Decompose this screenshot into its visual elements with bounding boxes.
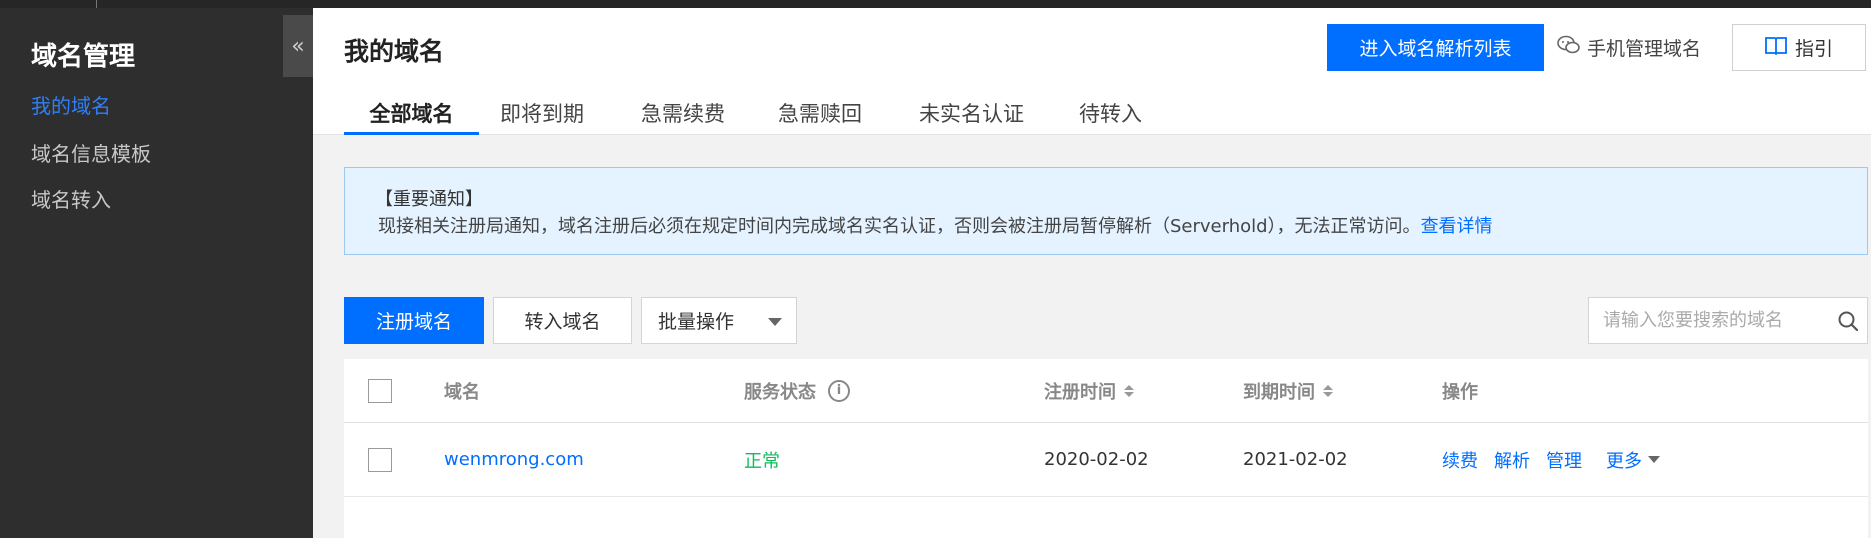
tab-urgent-redeem[interactable]: 急需赎回 xyxy=(778,88,862,135)
more-actions-dropdown[interactable]: 更多 xyxy=(1606,447,1660,473)
manage-link[interactable]: 管理 xyxy=(1546,447,1582,473)
book-icon xyxy=(1765,35,1787,60)
domain-table: 域名 服务状态 i 注册时间 到期时间 操作 wenmrong.com 正常 2… xyxy=(344,359,1868,538)
active-tab-indicator xyxy=(344,132,479,135)
header-status: 服务状态 i xyxy=(744,359,850,422)
page-header: 我的域名 进入域名解析列表 手机管理域名 指引 全部域名 即将到期 急需续费 急… xyxy=(313,8,1871,135)
row-actions: 续费 解析 管理 更多 xyxy=(1442,423,1660,496)
caret-down-icon xyxy=(1648,456,1660,463)
header-reg-time[interactable]: 注册时间 xyxy=(1044,359,1134,422)
header-status-label: 服务状态 xyxy=(744,381,816,403)
sidebar-item-domain-template[interactable]: 域名信息模板 xyxy=(31,138,151,167)
tab-unverified[interactable]: 未实名认证 xyxy=(919,88,1024,135)
wechat-icon xyxy=(1557,34,1581,61)
notice-text: 现接相关注册局通知，域名注册后必须在规定时间内完成域名实名认证，否则会被注册局暂… xyxy=(378,216,1421,237)
sort-icon[interactable] xyxy=(1323,384,1333,397)
guide-label: 指引 xyxy=(1794,38,1833,60)
info-icon[interactable]: i xyxy=(828,379,850,402)
reg-time-value: 2020-02-02 xyxy=(1044,449,1149,470)
header-reg-time-label: 注册时间 xyxy=(1044,381,1116,403)
important-notice: 【重要通知】 现接相关注册局通知，域名注册后必须在规定时间内完成域名实名认证，否… xyxy=(344,167,1868,255)
mobile-manage-label: 手机管理域名 xyxy=(1587,38,1702,60)
dns-resolve-link[interactable]: 解析 xyxy=(1494,447,1530,473)
header-exp-time-label: 到期时间 xyxy=(1243,381,1315,403)
row-select-cell xyxy=(368,423,392,496)
search-input[interactable] xyxy=(1589,298,1828,343)
status-badge: 正常 xyxy=(744,450,780,472)
tab-expiring-soon[interactable]: 即将到期 xyxy=(500,88,584,135)
select-all-checkbox[interactable] xyxy=(368,378,392,403)
domain-link[interactable]: wenmrong.com xyxy=(444,423,584,496)
sidebar: 域名管理 我的域名 域名信息模板 域名转入 « xyxy=(0,8,313,538)
tab-all-domains[interactable]: 全部域名 xyxy=(344,88,479,135)
batch-operations-dropdown[interactable]: 批量操作 xyxy=(641,297,797,344)
caret-down-icon xyxy=(768,318,782,326)
tab-urgent-renewal[interactable]: 急需续费 xyxy=(641,88,725,135)
exp-time-value: 2021-02-02 xyxy=(1243,449,1348,470)
notice-body: 现接相关注册局通知，域名注册后必须在规定时间内完成域名实名认证，否则会被注册局暂… xyxy=(378,212,1493,238)
header-domain: 域名 xyxy=(444,381,480,403)
top-bar-divider xyxy=(96,0,97,8)
transfer-domain-button[interactable]: 转入域名 xyxy=(493,297,632,344)
notice-title: 【重要通知】 xyxy=(375,189,483,210)
sort-icon[interactable] xyxy=(1124,384,1134,397)
sidebar-title: 域名管理 xyxy=(31,42,136,72)
select-all-cell xyxy=(368,359,392,422)
renew-link[interactable]: 续费 xyxy=(1442,447,1478,473)
go-dns-list-button[interactable]: 进入域名解析列表 xyxy=(1327,24,1544,71)
top-bar xyxy=(0,0,1871,8)
more-label: 更多 xyxy=(1606,450,1642,472)
domain-search xyxy=(1588,297,1868,344)
sidebar-item-domain-transfer[interactable]: 域名转入 xyxy=(31,184,111,213)
sidebar-item-my-domains[interactable]: 我的域名 xyxy=(31,90,111,119)
row-checkbox[interactable] xyxy=(368,447,392,472)
tab-pending-transfer[interactable]: 待转入 xyxy=(1079,88,1142,135)
tab-label: 全部域名 xyxy=(369,102,454,126)
register-domain-button[interactable]: 注册域名 xyxy=(344,297,484,344)
search-icon[interactable] xyxy=(1828,298,1867,343)
batch-operations-label: 批量操作 xyxy=(658,311,735,333)
notice-details-link[interactable]: 查看详情 xyxy=(1421,216,1493,237)
table-row: wenmrong.com 正常 2020-02-02 2021-02-02 续费… xyxy=(344,423,1868,497)
table-header: 域名 服务状态 i 注册时间 到期时间 操作 xyxy=(344,359,1868,423)
header-actions: 操作 xyxy=(1442,381,1478,403)
mobile-manage-link[interactable]: 手机管理域名 xyxy=(1557,24,1701,71)
guide-button[interactable]: 指引 xyxy=(1732,24,1866,71)
double-chevron-left-icon: « xyxy=(291,33,305,59)
collapse-sidebar-button[interactable]: « xyxy=(283,15,313,77)
header-exp-time[interactable]: 到期时间 xyxy=(1243,359,1333,422)
page-title: 我的域名 xyxy=(344,37,445,66)
